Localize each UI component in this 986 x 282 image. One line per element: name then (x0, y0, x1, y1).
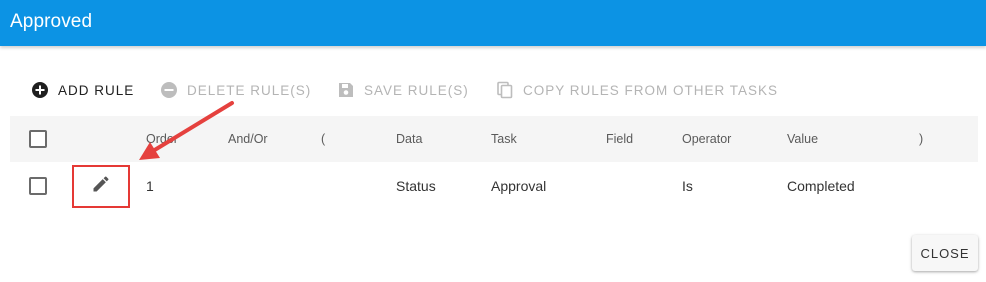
header-field[interactable]: Field (606, 116, 633, 162)
cell-task: Approval (491, 178, 547, 194)
add-rule-label: ADD RULE (58, 82, 135, 98)
header-operator[interactable]: Operator (682, 116, 731, 162)
rules-toolbar: ADD RULE DELETE RULE(S) SAVE RULE(S) COP… (0, 76, 986, 104)
header-open-paren[interactable]: ( (321, 116, 325, 162)
header-and-or[interactable]: And/Or (228, 116, 268, 162)
rules-table: Order And/Or ( Data Task Field Operator … (10, 116, 978, 210)
plus-circle-icon (31, 81, 49, 99)
minus-circle-icon (160, 81, 178, 99)
delete-rules-label: DELETE RULE(S) (187, 82, 312, 98)
copy-rules-button[interactable]: COPY RULES FROM OTHER TASKS (496, 76, 778, 104)
table-row[interactable]: 1 Status Approval Is Completed (10, 162, 978, 210)
dialog-header: Approved (0, 0, 986, 46)
edit-rule-button[interactable] (72, 165, 130, 208)
add-rule-button[interactable]: ADD RULE (31, 76, 134, 104)
cell-order: 1 (146, 178, 154, 194)
header-data[interactable]: Data (396, 116, 422, 162)
select-all-checkbox[interactable] (29, 130, 47, 148)
save-rules-label: SAVE RULE(S) (364, 82, 469, 98)
cell-data: Status (396, 178, 436, 194)
cell-value: Completed (787, 178, 855, 194)
save-icon (337, 81, 355, 99)
select-all-cell (29, 116, 47, 162)
header-value[interactable]: Value (787, 116, 818, 162)
pencil-icon (91, 174, 111, 199)
row-checkbox[interactable] (29, 177, 47, 195)
header-task[interactable]: Task (491, 116, 517, 162)
copy-rules-label: COPY RULES FROM OTHER TASKS (523, 82, 779, 98)
table-header-row: Order And/Or ( Data Task Field Operator … (10, 116, 978, 162)
header-close-paren[interactable]: ) (919, 116, 923, 162)
cell-operator: Is (682, 178, 693, 194)
save-rules-button[interactable]: SAVE RULE(S) (337, 76, 469, 104)
delete-rules-button[interactable]: DELETE RULE(S) (160, 76, 311, 104)
copy-icon (496, 81, 514, 99)
dialog-title: Approved (10, 11, 93, 32)
close-button[interactable]: CLOSE (912, 235, 978, 271)
row-select-cell (29, 162, 47, 210)
header-order[interactable]: Order (146, 116, 178, 162)
